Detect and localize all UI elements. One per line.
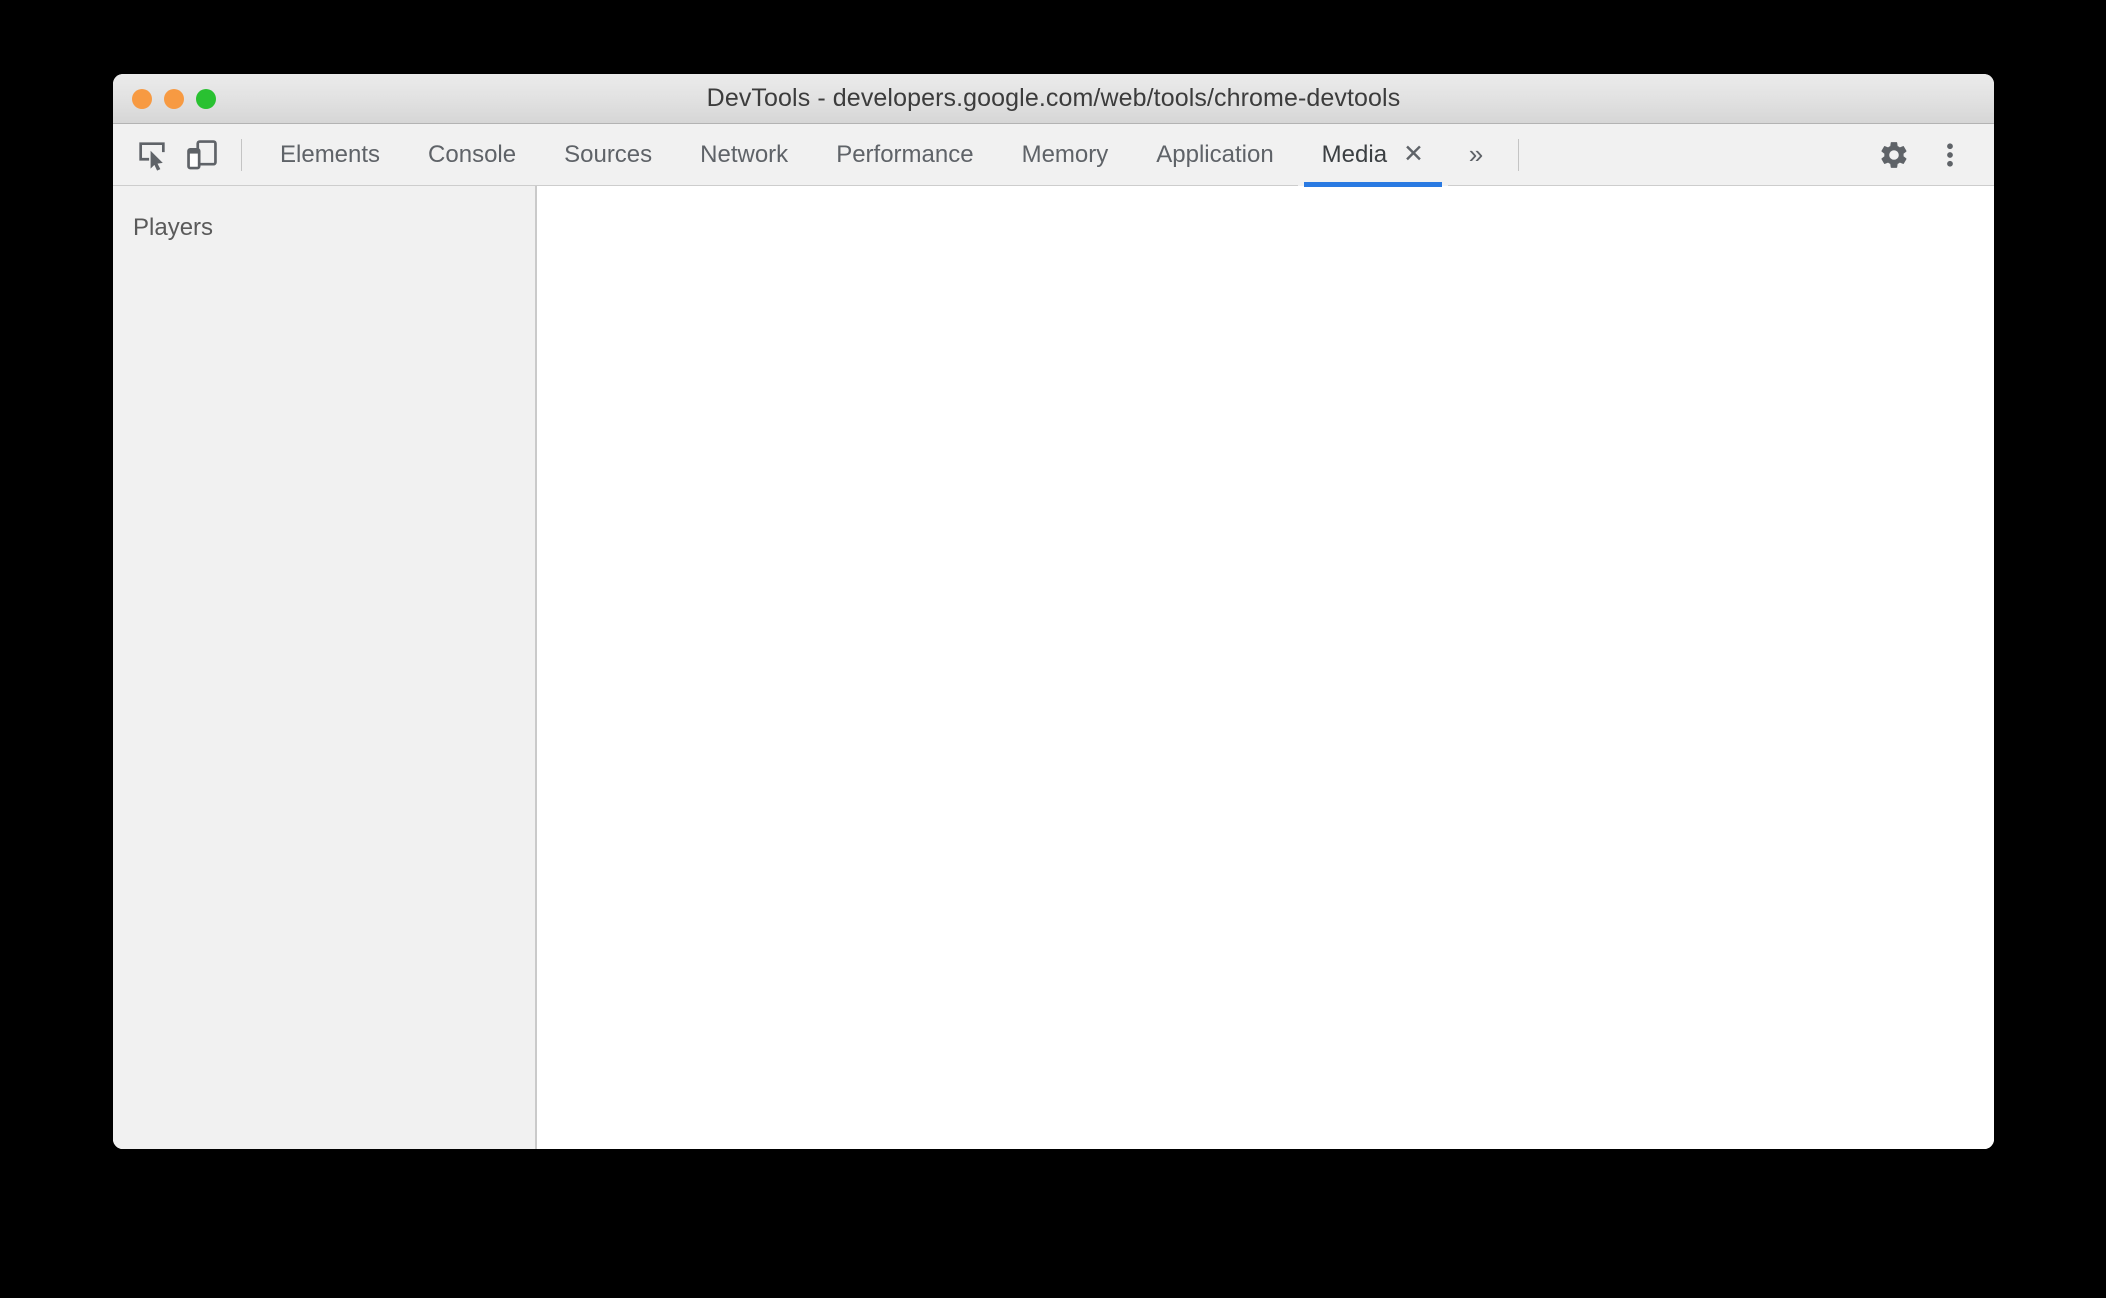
media-panel: Players	[113, 186, 1994, 1149]
maximize-window-button[interactable]	[196, 88, 216, 109]
tab-label: Sources	[564, 140, 653, 168]
toolbar-actions	[1866, 130, 1994, 180]
more-tabs-icon[interactable]: »	[1448, 130, 1504, 180]
tab-media[interactable]: Media ✕	[1297, 123, 1448, 187]
tab-application[interactable]: Application	[1132, 124, 1297, 186]
tab-label: Application	[1156, 140, 1274, 168]
inspect-element-icon[interactable]	[127, 130, 177, 180]
tab-sources[interactable]: Sources	[540, 124, 676, 186]
tab-memory[interactable]: Memory	[998, 124, 1133, 186]
player-details-content	[537, 186, 1994, 1149]
tab-label: Media	[1321, 140, 1388, 168]
active-tab-indicator	[1303, 181, 1442, 187]
devtools-window: DevTools - developers.google.com/web/too…	[113, 74, 1994, 1149]
tab-console[interactable]: Console	[404, 124, 540, 186]
more-vertical-icon[interactable]	[1922, 130, 1978, 180]
players-sidebar[interactable]: Players	[113, 186, 537, 1149]
window-title: DevTools - developers.google.com/web/too…	[706, 83, 1401, 112]
tab-label: Console	[428, 140, 517, 168]
minimize-window-button[interactable]	[164, 88, 184, 109]
device-toolbar-icon[interactable]	[177, 130, 227, 180]
tab-label: Network	[700, 140, 789, 168]
players-heading: Players	[133, 214, 214, 241]
window-titlebar: DevTools - developers.google.com/web/too…	[113, 74, 1994, 124]
gear-icon[interactable]	[1866, 130, 1922, 180]
panel-tabs: Elements Console Sources Network Perform…	[256, 123, 1448, 187]
tab-elements[interactable]: Elements	[256, 124, 404, 186]
traffic-light-group	[132, 74, 216, 123]
toolbar-divider	[241, 138, 242, 171]
tab-label: Elements	[280, 140, 381, 168]
tab-label: Performance	[836, 140, 974, 168]
toolbar-divider-right	[1518, 138, 1519, 171]
screen: DevTools - developers.google.com/web/too…	[0, 0, 2106, 1298]
devtools-toolbar: Elements Console Sources Network Perform…	[113, 123, 1994, 187]
tab-performance[interactable]: Performance	[812, 124, 997, 186]
tab-network[interactable]: Network	[676, 124, 812, 186]
close-icon[interactable]: ✕	[1403, 142, 1424, 167]
close-window-button[interactable]	[132, 88, 152, 109]
tab-label: Memory	[1021, 140, 1109, 168]
